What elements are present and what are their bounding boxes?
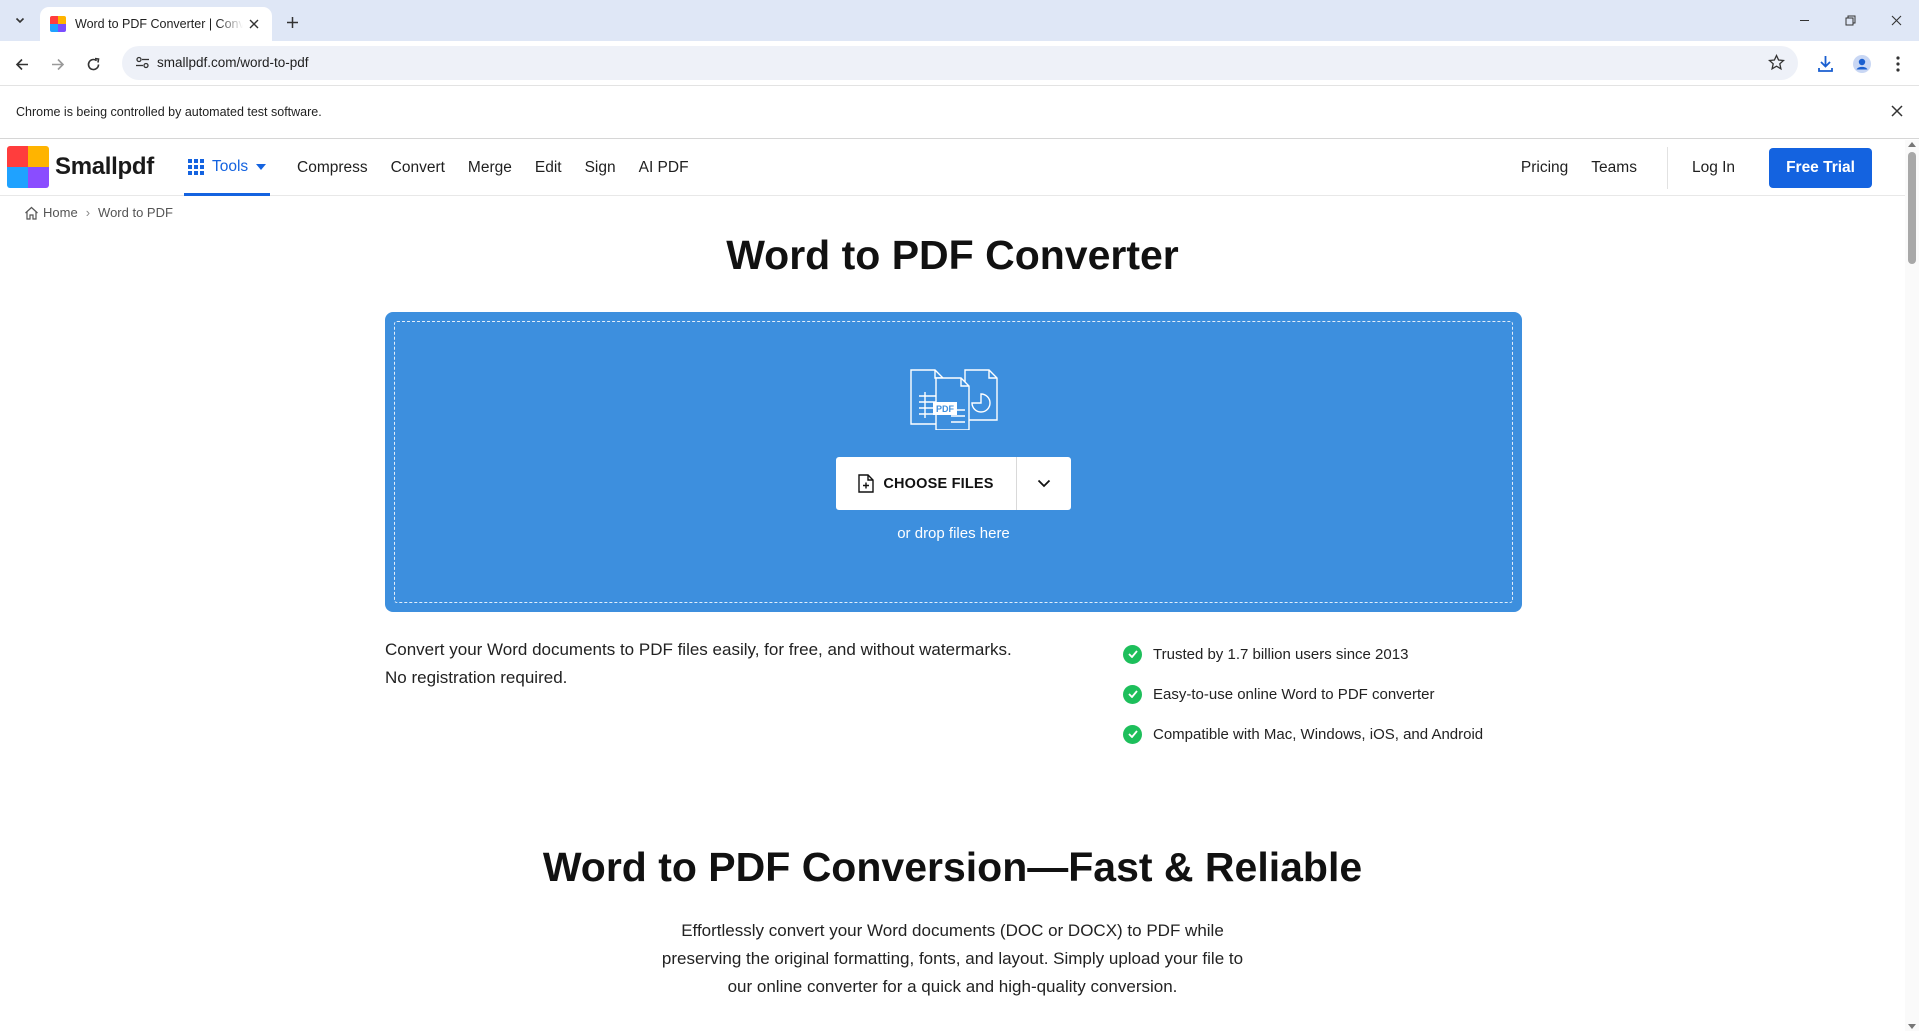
choose-files-group: CHOOSE FILES	[836, 457, 1071, 510]
restore-button[interactable]	[1827, 0, 1873, 40]
reload-icon	[87, 57, 99, 70]
tools-label: Tools	[212, 157, 249, 175]
minimize-icon	[1799, 19, 1809, 21]
section-paragraph-line: our online converter for a quick and hig…	[727, 977, 1178, 996]
page-scrollbar[interactable]	[1905, 140, 1919, 1031]
infobar-message: Chrome is being controlled by automated …	[16, 105, 322, 119]
nav-teams[interactable]: Teams	[1591, 159, 1637, 177]
new-tab-button[interactable]	[280, 10, 304, 34]
bookmark-star-icon[interactable]	[1768, 54, 1785, 71]
nav-compress[interactable]: Compress	[297, 159, 368, 177]
plus-icon	[286, 16, 298, 28]
login-link[interactable]: Log In	[1692, 159, 1735, 177]
profile-button[interactable]	[1848, 50, 1876, 78]
description-line-1: Convert your Word documents to PDF files…	[385, 640, 1012, 659]
chevron-down-icon	[15, 17, 25, 24]
avatar-icon	[1853, 55, 1871, 73]
scrollbar-thumb[interactable]	[1908, 152, 1916, 264]
scroll-up-arrow-icon[interactable]	[1908, 142, 1916, 147]
smallpdf-favicon-icon	[50, 16, 66, 32]
browser-tab-bar: Word to PDF Converter | Convert Word to …	[0, 0, 1919, 41]
section-paragraph-line: Effortlessly convert your Word documents…	[681, 921, 1224, 940]
infobar-close-icon[interactable]	[1891, 104, 1903, 122]
reload-button[interactable]	[79, 50, 107, 78]
breadcrumb-separator: ›	[85, 205, 91, 220]
minimize-button[interactable]	[1781, 0, 1827, 40]
forward-button[interactable]	[43, 50, 71, 78]
feature-item: Trusted by 1.7 billion users since 2013	[1123, 634, 1483, 674]
nav-ai-pdf[interactable]: AI PDF	[639, 159, 689, 177]
tools-menu-button[interactable]: Tools	[184, 140, 271, 196]
feature-list: Trusted by 1.7 billion users since 2013 …	[1123, 634, 1483, 754]
breadcrumb-home[interactable]: Home	[43, 205, 78, 220]
page-viewport: Smallpdf Tools Compress Convert Merge Ed…	[0, 140, 1919, 1031]
chevron-down-icon	[1037, 479, 1051, 488]
back-button[interactable]	[8, 50, 36, 78]
downloads-button[interactable]	[1811, 50, 1839, 78]
grid-icon	[188, 158, 204, 175]
section-title: Word to PDF Conversion—Fast & Reliable	[542, 844, 1363, 890]
nav-pricing[interactable]: Pricing	[1521, 159, 1568, 177]
description-line-2: No registration required.	[385, 668, 568, 687]
file-add-icon	[858, 474, 875, 493]
choose-files-dropdown[interactable]	[1017, 457, 1071, 510]
feature-text: Easy-to-use online Word to PDF converter	[1153, 685, 1435, 703]
tab-close-icon[interactable]	[246, 16, 262, 32]
browser-tab[interactable]: Word to PDF Converter | Convert Word to …	[40, 7, 272, 41]
header-right-nav: Pricing Teams Log In Free Trial	[1521, 140, 1905, 196]
site-header: Smallpdf Tools Compress Convert Merge Ed…	[0, 140, 1905, 196]
feature-text: Compatible with Mac, Windows, iOS, and A…	[1153, 725, 1484, 743]
restore-icon	[1845, 15, 1855, 25]
tab-search-button[interactable]	[9, 9, 31, 31]
nav-merge[interactable]: Merge	[468, 159, 512, 177]
check-circle-icon	[1123, 644, 1142, 664]
drop-files-hint: or drop files here	[897, 525, 1010, 542]
check-circle-icon	[1123, 684, 1142, 704]
choose-files-button[interactable]: CHOOSE FILES	[836, 457, 1016, 510]
header-divider	[1666, 147, 1668, 189]
arrow-right-icon	[51, 58, 64, 70]
feature-text: Trusted by 1.7 billion users since 2013	[1153, 645, 1409, 663]
check-circle-icon	[1123, 724, 1142, 744]
automation-infobar: Chrome is being controlled by automated …	[0, 85, 1919, 139]
smallpdf-logo[interactable]: Smallpdf	[7, 146, 154, 188]
caret-down-icon	[256, 163, 267, 170]
breadcrumb: Home › Word to PDF	[24, 205, 173, 220]
home-icon[interactable]	[24, 206, 39, 220]
scroll-down-arrow-icon[interactable]	[1908, 1024, 1916, 1029]
browser-menu-button[interactable]	[1884, 50, 1912, 78]
nav-sign[interactable]: Sign	[585, 159, 616, 177]
feature-item: Easy-to-use online Word to PDF converter	[1123, 674, 1483, 714]
section-paragraph: Effortlessly convert your Word documents…	[650, 917, 1255, 1001]
kebab-menu-icon	[1896, 56, 1900, 72]
file-dropzone[interactable]: PDF CHOOSE FILES or drop files here	[385, 312, 1522, 612]
browser-toolbar: smallpdf.com/word-to-pdf	[0, 41, 1919, 85]
download-icon	[1817, 56, 1833, 72]
page-title: Word to PDF Converter	[726, 232, 1179, 278]
nav-convert[interactable]: Convert	[391, 159, 445, 177]
smallpdf-logo-icon	[7, 146, 49, 188]
section-paragraph-line: preserving the original formatting, font…	[661, 949, 1244, 968]
close-icon	[1891, 15, 1901, 25]
logo-text: Smallpdf	[55, 153, 154, 180]
feature-item: Compatible with Mac, Windows, iOS, and A…	[1123, 714, 1483, 754]
window-close-button[interactable]	[1873, 0, 1919, 40]
illustration-pdf-label: PDF	[936, 404, 955, 414]
breadcrumb-current: Word to PDF	[98, 205, 173, 220]
nav-edit[interactable]: Edit	[535, 159, 562, 177]
tab-title: Word to PDF Converter | Convert Word to …	[75, 17, 243, 31]
site-settings-icon[interactable]	[135, 55, 150, 70]
choose-files-label: CHOOSE FILES	[883, 475, 994, 492]
converter-description: Convert your Word documents to PDF files…	[385, 636, 1035, 692]
arrow-left-icon	[15, 58, 28, 70]
free-trial-button[interactable]: Free Trial	[1769, 148, 1872, 188]
url-text[interactable]: smallpdf.com/word-to-pdf	[157, 55, 309, 70]
documents-illustration-icon: PDF	[910, 369, 998, 430]
main-nav: Compress Convert Merge Edit Sign AI PDF	[297, 140, 712, 196]
address-bar[interactable]: smallpdf.com/word-to-pdf	[122, 46, 1798, 80]
